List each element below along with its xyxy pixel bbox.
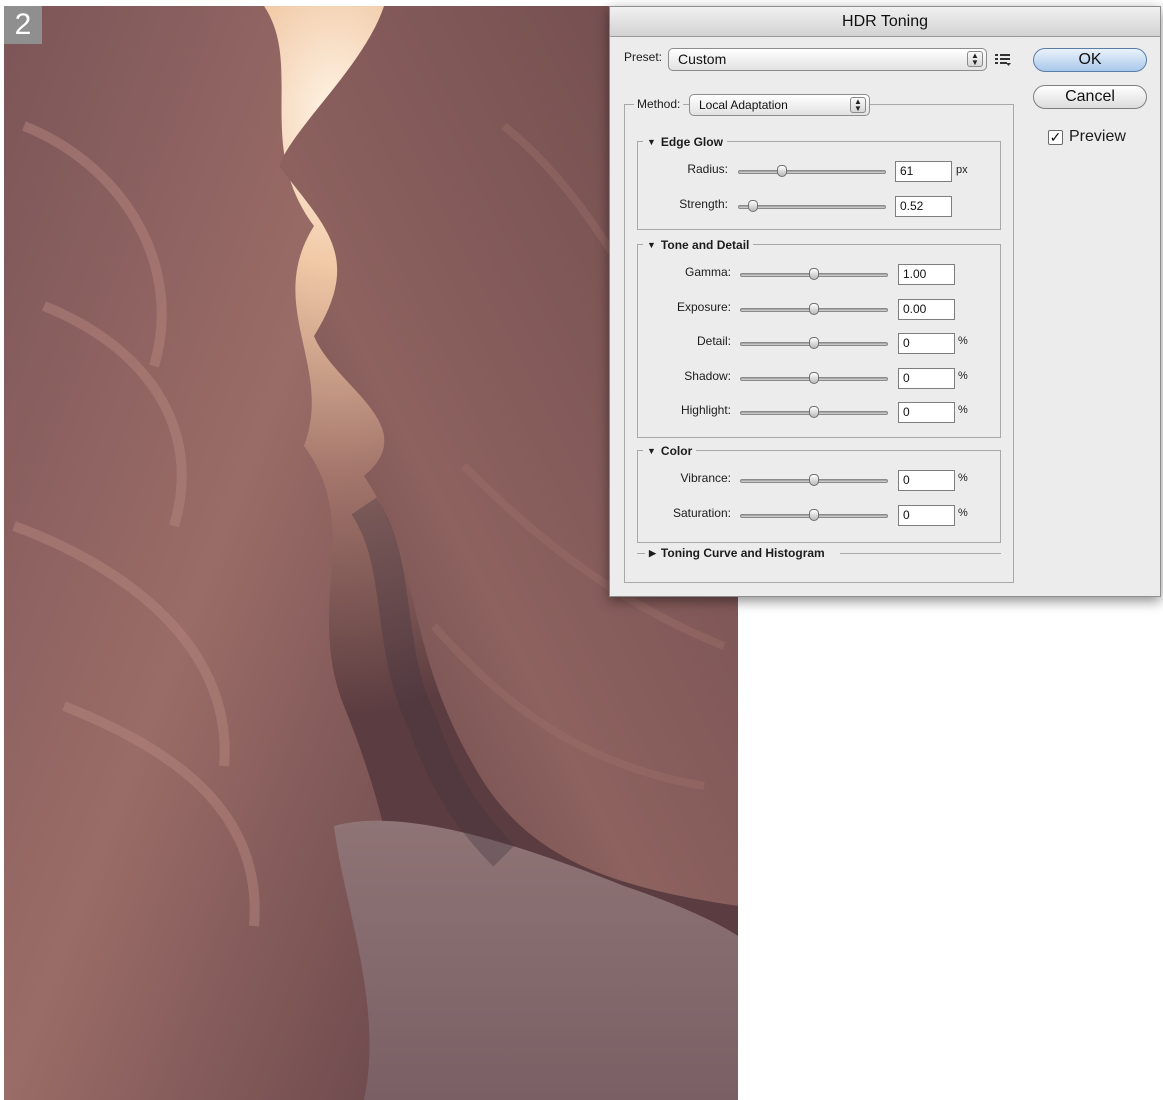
saturation-label: Saturation: (672, 506, 731, 520)
saturation-slider[interactable] (740, 508, 888, 524)
highlight-input[interactable]: 0 (898, 402, 955, 423)
vibrance-label: Vibrance: (680, 471, 731, 485)
method-label: Method: (634, 97, 684, 111)
method-value: Local Adaptation (699, 98, 788, 112)
divider (637, 553, 645, 554)
strength-slider[interactable] (738, 199, 886, 215)
saturation-unit: % (958, 507, 968, 519)
saturation-input[interactable]: 0 (898, 505, 955, 526)
highlight-slider-thumb[interactable] (809, 406, 819, 418)
detail-slider-thumb[interactable] (809, 337, 819, 349)
preset-value: Custom (678, 51, 727, 67)
vibrance-slider[interactable] (740, 473, 888, 489)
cancel-button[interactable]: Cancel (1033, 85, 1147, 109)
edge-glow-header[interactable]: ▼ Edge Glow (643, 135, 727, 149)
shadow-label: Shadow: (684, 369, 731, 383)
vibrance-input[interactable]: 0 (898, 470, 955, 491)
color-section (637, 450, 1001, 543)
shadow-slider[interactable] (740, 371, 888, 387)
detail-unit: % (958, 335, 968, 347)
preview-label: Preview (1069, 128, 1126, 145)
gamma-label: Gamma: (684, 265, 731, 279)
saturation-slider-thumb[interactable] (809, 509, 819, 521)
detail-label: Detail: (696, 334, 731, 348)
radius-label: Radius: (687, 162, 728, 176)
preview-checkbox[interactable]: ✓ (1048, 130, 1063, 145)
gamma-slider[interactable] (740, 267, 888, 283)
toning-curve-title: Toning Curve and Histogram (660, 546, 825, 560)
highlight-unit: % (958, 404, 968, 416)
tone-and-detail-header[interactable]: ▼ Tone and Detail (643, 238, 754, 252)
radius-input[interactable]: 61 (895, 161, 952, 182)
highlight-slider[interactable] (740, 405, 888, 421)
ok-button[interactable]: OK (1033, 48, 1147, 72)
shadow-input[interactable]: 0 (898, 368, 955, 389)
triangle-down-icon: ▼ (647, 240, 656, 250)
up-down-arrows-icon: ▲ ▼ (850, 97, 866, 113)
shadow-unit: % (958, 370, 968, 382)
gamma-slider-thumb[interactable] (809, 268, 819, 280)
hdr-toning-dialog: HDR Toning Preset: Custom ▲ ▼ OK Cancel ✓… (609, 6, 1161, 597)
step-number-badge: 2 (4, 6, 42, 44)
preset-label: Preset: (624, 50, 663, 64)
radius-slider-thumb[interactable] (777, 165, 788, 177)
exposure-slider-thumb[interactable] (809, 303, 819, 315)
strength-slider-thumb[interactable] (747, 200, 758, 212)
highlight-label: Highlight: (680, 403, 731, 417)
up-down-arrows-icon: ▲ ▼ (967, 51, 983, 67)
checkmark-icon: ✓ (1049, 129, 1062, 145)
tone-and-detail-title: Tone and Detail (660, 238, 750, 252)
vibrance-unit: % (958, 472, 968, 484)
strength-input[interactable]: 0.52 (895, 196, 952, 217)
preset-select[interactable]: Custom ▲ ▼ (668, 48, 987, 71)
triangle-down-icon: ▼ (647, 446, 656, 456)
dialog-title: HDR Toning (610, 7, 1160, 37)
detail-slider[interactable] (740, 336, 888, 352)
exposure-label: Exposure: (676, 300, 731, 314)
triangle-right-icon: ▶ (649, 548, 656, 558)
exposure-slider[interactable] (740, 302, 888, 318)
radius-slider[interactable] (738, 164, 886, 180)
divider (840, 553, 1001, 554)
color-header[interactable]: ▼ Color (643, 444, 697, 458)
vibrance-slider-thumb[interactable] (809, 474, 819, 486)
color-title: Color (660, 444, 693, 458)
triangle-down-icon: ▼ (647, 137, 656, 147)
method-select[interactable]: Local Adaptation ▲ ▼ (689, 94, 870, 116)
gamma-input[interactable]: 1.00 (898, 264, 955, 285)
detail-input[interactable]: 0 (898, 333, 955, 354)
radius-unit: px (956, 164, 968, 176)
exposure-input[interactable]: 0.00 (898, 299, 955, 320)
list-menu-icon[interactable] (994, 52, 1012, 68)
shadow-slider-thumb[interactable] (809, 372, 819, 384)
edge-glow-title: Edge Glow (660, 135, 723, 149)
strength-label: Strength: (679, 197, 728, 211)
toning-curve-header[interactable]: ▶ Toning Curve and Histogram (645, 546, 829, 560)
